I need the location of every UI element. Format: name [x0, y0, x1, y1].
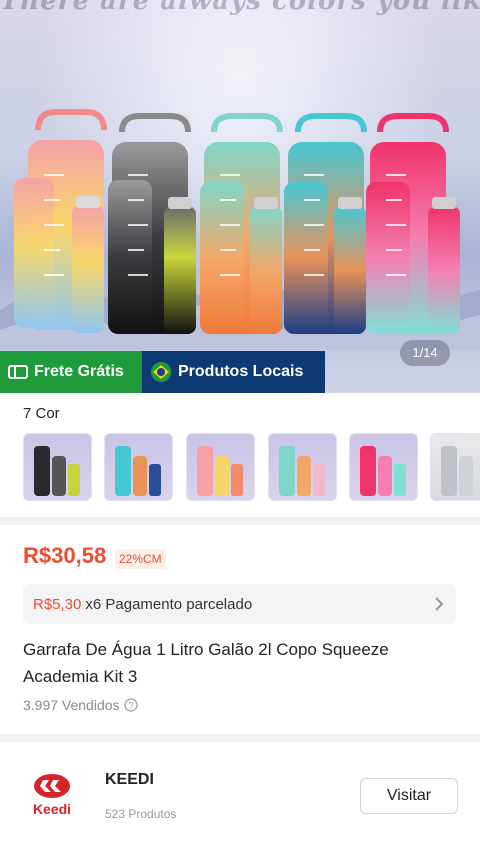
truck-icon: [8, 365, 28, 379]
local-products-label: Produtos Locais: [178, 363, 304, 380]
installment-text: x6 Pagamento parcelado: [85, 595, 253, 613]
free-shipping-badge: Frete Grátis: [0, 351, 142, 393]
product-image-carousel[interactable]: There are always colors you like! 1/14 F…: [0, 0, 480, 393]
free-shipping-label: Frete Grátis: [34, 363, 124, 380]
installment-row[interactable]: R$5,30 x6 Pagamento parcelado: [23, 584, 456, 624]
sold-count-text: 3.997 Vendidos: [23, 697, 120, 713]
product-title: Garrafa De Água 1 Litro Galão 2l Copo Sq…: [23, 640, 389, 686]
sold-count: 3.997 Vendidos ?: [23, 697, 138, 713]
local-products-badge: Produtos Locais: [142, 351, 325, 393]
color-swatch-teal-orange[interactable]: [104, 433, 173, 501]
bottles-illustration: [14, 109, 460, 334]
color-swatch-black[interactable]: [23, 433, 92, 501]
shop-product-count: 523 Produtos: [105, 807, 177, 821]
section-divider: [0, 734, 480, 742]
color-swatch-rainbow[interactable]: [186, 433, 255, 501]
svg-text:?: ?: [128, 701, 133, 711]
shop-logo[interactable]: Keedi: [25, 770, 80, 820]
section-divider: [0, 517, 480, 525]
shop-logo-text: Keedi: [33, 801, 71, 817]
discount-badge: 22%CM: [115, 549, 166, 569]
color-swatch-clear[interactable]: [430, 433, 480, 501]
chevron-right-icon: [435, 597, 444, 611]
shop-name[interactable]: KEEDI: [105, 771, 154, 789]
color-variant-label: 7 Cor: [23, 405, 60, 422]
installment-amount: R$5,30: [33, 595, 82, 613]
info-icon[interactable]: ?: [123, 698, 138, 712]
visit-shop-button[interactable]: Visitar: [360, 778, 458, 814]
brazil-flag-icon: [151, 362, 171, 382]
product-price: R$30,58: [23, 543, 107, 568]
image-page-indicator: 1/14: [400, 340, 450, 366]
color-variant-list[interactable]: [23, 433, 480, 501]
color-swatch-pink[interactable]: [349, 433, 418, 501]
color-swatch-mint-orange[interactable]: [268, 433, 337, 501]
